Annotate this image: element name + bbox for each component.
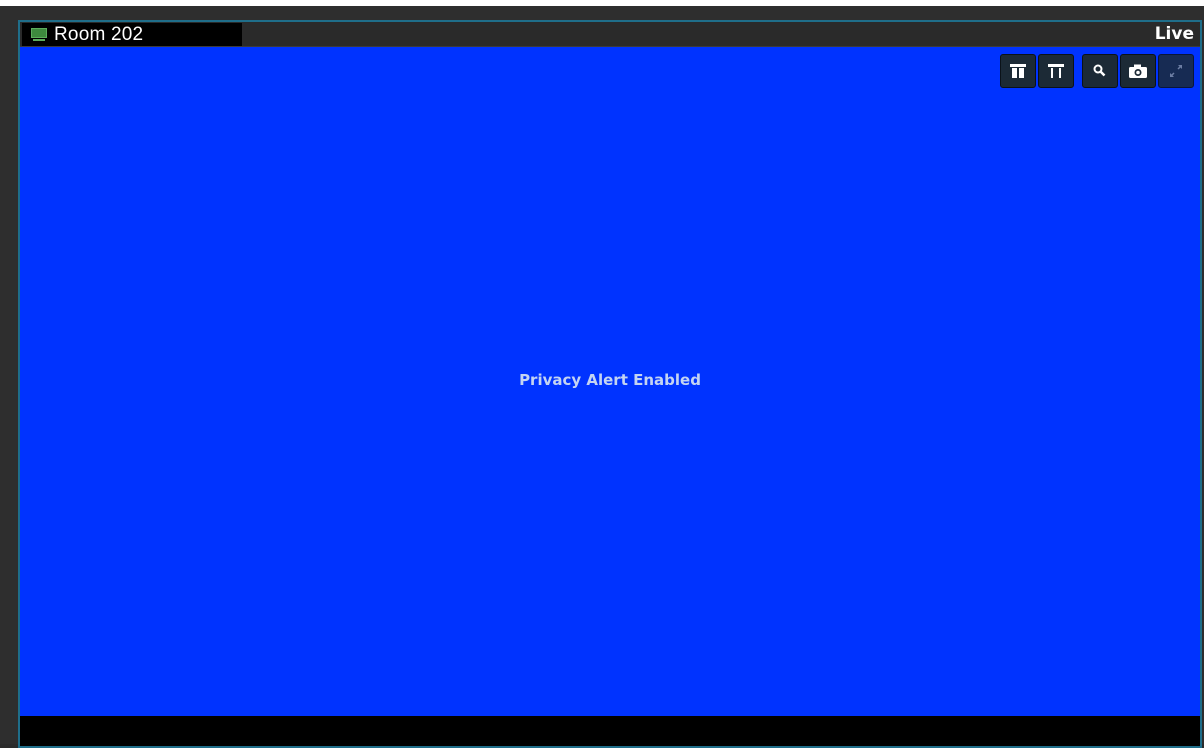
video-toolbar (1000, 54, 1194, 88)
zoom-button[interactable] (1082, 54, 1118, 88)
capture-button-group (1082, 54, 1194, 88)
ptz-button-group (1000, 54, 1074, 88)
app-window: Room 202 Live Privacy Alert Enabled (0, 0, 1204, 748)
ptz-tilt-up-icon (1010, 64, 1026, 78)
preset-down-button[interactable] (1038, 54, 1074, 88)
magnifier-icon (1093, 64, 1106, 77)
viewer-statusbar (20, 716, 1200, 746)
preset-up-button[interactable] (1000, 54, 1036, 88)
privacy-alert-message: Privacy Alert Enabled (519, 371, 701, 389)
live-status-label: Live (1154, 24, 1194, 44)
monitor-icon (31, 27, 47, 42)
viewer-titlebar: Room 202 Live (20, 22, 1200, 47)
camera-icon (1129, 64, 1147, 78)
fullscreen-button[interactable] (1158, 54, 1194, 88)
camera-name: Room 202 (54, 23, 144, 45)
expand-icon (1170, 65, 1182, 77)
camera-viewer: Room 202 Live Privacy Alert Enabled (18, 20, 1202, 748)
snapshot-button[interactable] (1120, 54, 1156, 88)
ptz-tilt-down-icon (1048, 64, 1064, 78)
video-feed[interactable]: Privacy Alert Enabled (20, 47, 1200, 716)
camera-title-tab[interactable]: Room 202 (22, 23, 242, 46)
